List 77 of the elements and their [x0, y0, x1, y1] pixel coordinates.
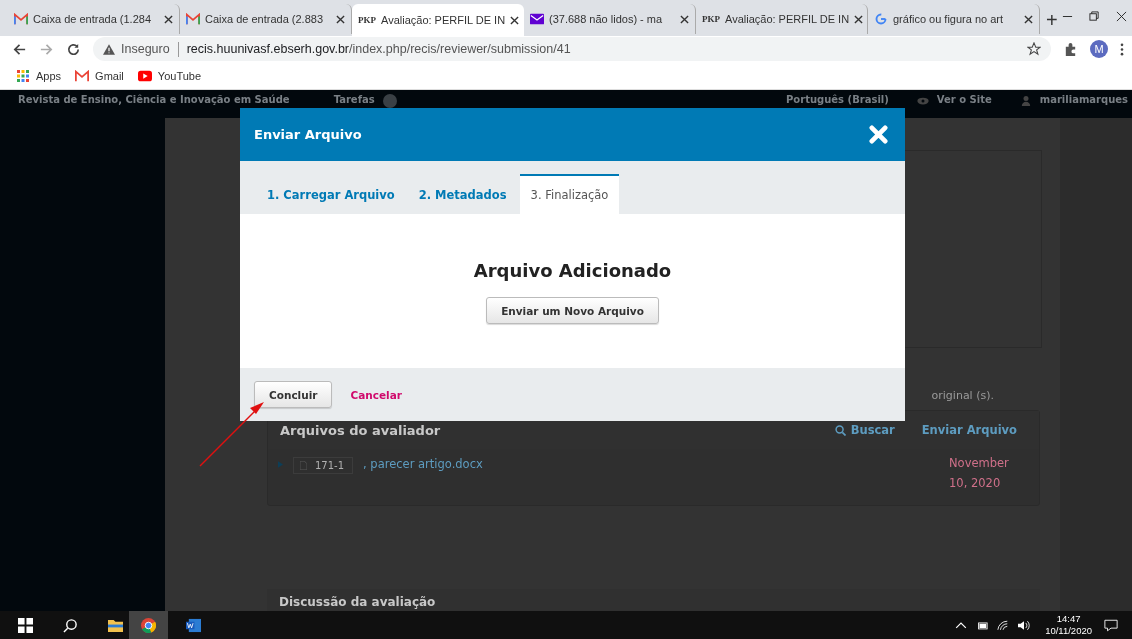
star-icon[interactable] — [1027, 42, 1041, 56]
profile-avatar[interactable]: M — [1090, 40, 1108, 58]
user-link[interactable]: mariliamarques — [1039, 94, 1128, 105]
tab-title: Caixa de entrada (1.284 — [33, 13, 153, 25]
panel-title: Discussão da avaliação — [279, 595, 436, 609]
bookmark-item[interactable]: YouTube — [137, 69, 202, 82]
close-icon[interactable] — [510, 15, 520, 25]
notification-icon[interactable] — [1104, 618, 1118, 632]
new-tab-button[interactable]: + — [1042, 9, 1062, 32]
instructions-text: original (s). — [931, 389, 994, 402]
done-button[interactable]: Concluir — [254, 381, 333, 408]
site-title[interactable]: Revista de Ensino, Ciência e Inovação em Saúde — [18, 94, 290, 105]
battery-icon[interactable] — [976, 619, 989, 631]
bookmark-item[interactable]: Gmail — [75, 69, 124, 82]
tab-title: gráfico ou figura no art — [893, 13, 1005, 25]
browser-tab[interactable]: (37.688 não lidos) - ma — [524, 4, 696, 34]
google-g-icon — [874, 13, 888, 25]
file-date: November 10, 2020 — [949, 455, 1010, 492]
tasks-badge — [382, 94, 397, 108]
eye-icon — [916, 96, 929, 106]
mail-envelope-icon — [186, 13, 200, 25]
confirmation-heading: Arquivo Adicionado — [473, 260, 672, 281]
upload-new-file-button[interactable]: Enviar um Novo Arquivo — [486, 297, 659, 324]
play-button-icon — [137, 69, 152, 82]
chrome-icon[interactable] — [141, 617, 156, 633]
close-icon[interactable] — [1115, 10, 1127, 22]
security-label: Inseguro — [121, 42, 170, 56]
browser-tab[interactable]: Caixa de entrada (1.284 — [8, 4, 180, 34]
search-icon — [834, 424, 846, 436]
file-name-link[interactable]: , parecer artigo.docx — [363, 457, 483, 471]
language-link[interactable]: Português (Brasil) — [786, 94, 889, 105]
browser-tab[interactable]: PKP Avaliação: PERFIL DE IN — [696, 4, 868, 34]
document-icon — [300, 461, 307, 470]
reload-icon[interactable] — [66, 41, 81, 57]
pkp-logo-icon: PKP — [702, 14, 720, 24]
step-tab[interactable]: 3. Finalização — [519, 174, 620, 214]
mail-envelope-icon — [75, 69, 90, 82]
upload-file-link[interactable]: Enviar Arquivo — [921, 423, 1017, 437]
warning-icon — [103, 43, 115, 55]
close-icon[interactable] — [854, 14, 864, 24]
puzzle-piece-icon[interactable] — [1063, 41, 1078, 57]
file-id: 171-1 — [315, 460, 345, 471]
close-icon[interactable] — [336, 14, 345, 24]
envelope-icon — [530, 13, 544, 25]
tab-title: Avaliação: PERFIL DE IN — [725, 13, 850, 25]
word-icon[interactable] — [186, 617, 201, 633]
close-icon[interactable] — [1024, 14, 1033, 24]
menu-icon[interactable] — [1120, 42, 1124, 56]
wifi-icon[interactable] — [997, 619, 1010, 631]
close-icon[interactable] — [680, 14, 689, 24]
speaker-icon[interactable] — [1018, 619, 1031, 631]
windows-start-icon[interactable] — [18, 617, 33, 633]
user-icon — [1019, 96, 1032, 106]
bookmark-item[interactable]: Apps — [16, 69, 62, 82]
tab-title: Avaliação: PERFIL DE IN — [381, 14, 506, 26]
grid-icon — [16, 69, 30, 82]
tab-title: Caixa de entrada (2.883 — [205, 13, 325, 25]
search-icon[interactable] — [63, 617, 78, 633]
step-tab[interactable]: 1. Carregar Arquivo — [256, 174, 406, 214]
cancel-link[interactable]: Cancelar — [350, 388, 402, 401]
pkp-logo-icon: PKP — [358, 15, 376, 25]
tab-title: (37.688 não lidos) - ma — [549, 13, 664, 25]
search-link[interactable]: Buscar — [850, 423, 895, 437]
url-text: recis.huunivasf.ebserh.gov.br/index.php/recis/reviewer/submission/41 — [186, 42, 572, 56]
panel-title: Arquivos do avaliador — [280, 422, 441, 438]
browser-tab[interactable]: PKP Avaliação: PERFIL DE IN — [352, 4, 524, 36]
step-tab[interactable]: 2. Metadados — [407, 174, 518, 214]
system-clock[interactable]: 14:47 10/11/2020 — [1045, 613, 1092, 637]
folder-icon[interactable] — [108, 617, 123, 633]
view-site-link[interactable]: Ver o Site — [936, 94, 992, 105]
dialog-title: Enviar Arquivo — [254, 127, 362, 142]
browser-tab[interactable]: gráfico ou figura no art — [868, 4, 1040, 34]
restore-icon[interactable] — [1088, 10, 1100, 22]
address-bar[interactable]: Inseguro recis.huunivasf.ebserh.gov.br/index.php/recis/reviewer/submission/41 — [93, 37, 1051, 61]
mail-envelope-icon — [14, 13, 28, 25]
close-icon[interactable] — [164, 14, 173, 24]
tasks-link[interactable]: Tarefas — [333, 94, 375, 105]
